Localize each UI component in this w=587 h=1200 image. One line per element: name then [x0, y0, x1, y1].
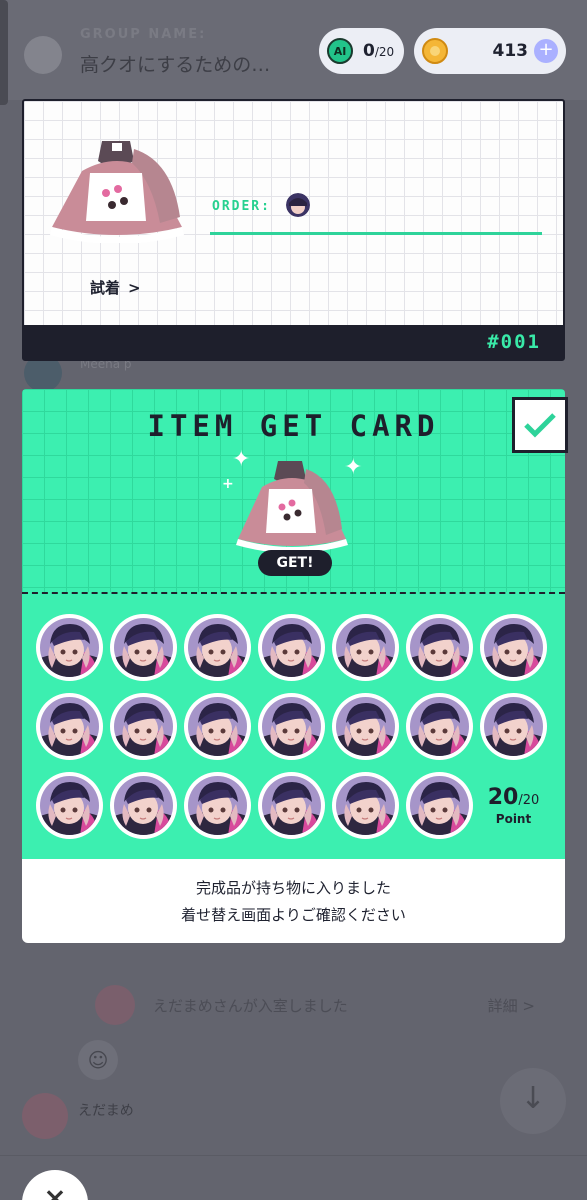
ai-credits-pill[interactable]: AI 0/20: [319, 28, 404, 74]
character-avatar-icon: [262, 618, 321, 677]
group-avatar: [24, 36, 62, 74]
ai-credits-value: 0: [363, 41, 375, 61]
character-stamp: [184, 772, 251, 839]
try-on-link[interactable]: 試着 >: [90, 277, 141, 298]
character-avatar-icon: [410, 776, 469, 835]
character-avatar-icon: [40, 697, 99, 756]
character-stamp: [406, 693, 473, 760]
character-avatar-icon: [336, 697, 395, 756]
character-avatar-icon: [336, 776, 395, 835]
character-stamp: [36, 772, 103, 839]
character-stamp: [406, 614, 473, 681]
completion-message: 完成品が持ち物に入りました 着せ替え画面よりご確認ください: [22, 859, 565, 943]
character-stamp: [258, 772, 325, 839]
character-avatar-icon: [410, 697, 469, 756]
detail-link[interactable]: 詳細 >: [488, 995, 535, 1016]
character-stamp: [332, 614, 399, 681]
card-title: ITEM GET CARD: [147, 409, 440, 443]
character-stamp: [36, 693, 103, 760]
order-avatar-icon: [286, 193, 310, 217]
order-number: #001: [487, 331, 541, 353]
character-avatar-icon: [262, 776, 321, 835]
character-stamp: [110, 693, 177, 760]
character-stamp: [258, 693, 325, 760]
group-name-label: GROUP NAME:: [80, 27, 207, 42]
user-avatar: [22, 1093, 68, 1139]
emoji-reaction-icon[interactable]: ☺: [78, 1040, 118, 1080]
character-avatar-icon: [484, 697, 543, 756]
group-name: 高クオにするための…: [80, 54, 271, 76]
order-label: ORDER:: [212, 199, 271, 214]
user-name: えだまめ: [78, 1103, 134, 1119]
character-stamp: [332, 772, 399, 839]
character-stamp: [110, 614, 177, 681]
character-avatar-icon: [40, 618, 99, 677]
character-stamp: [480, 614, 547, 681]
character-avatar-icon: [484, 618, 543, 677]
dress-item-image: [50, 141, 184, 243]
character-avatar-icon: [114, 618, 173, 677]
character-avatar-icon: [262, 697, 321, 756]
side-tab: [0, 0, 8, 105]
ai-credits-text: 0/20: [363, 41, 394, 61]
character-avatar-icon: [40, 776, 99, 835]
coin-balance-pill[interactable]: 413 +: [414, 28, 566, 74]
character-stamp: [480, 693, 547, 760]
character-avatar-icon: [188, 697, 247, 756]
chevron-right-icon: >: [128, 278, 141, 297]
points-total: /20: [518, 793, 540, 808]
character-stamp: [36, 614, 103, 681]
join-message: えだまめさんが入室しました: [153, 996, 348, 1015]
joined-user-avatar: [95, 985, 135, 1025]
add-coins-icon[interactable]: +: [534, 39, 558, 63]
get-badge: GET!: [258, 550, 332, 576]
character-avatar-icon: [188, 618, 247, 677]
points-current: 20: [487, 785, 519, 810]
coin-balance: 413: [492, 41, 529, 61]
character-avatar-icon: [114, 697, 173, 756]
character-stamp: [406, 772, 473, 839]
character-avatar-icon: [336, 618, 395, 677]
stamp-grid: 20/20 Point: [36, 614, 556, 839]
order-card: ORDER: 試着 > #001: [22, 99, 565, 361]
character-avatar-icon: [114, 776, 173, 835]
message-line-1: 完成品が持ち物に入りました: [195, 879, 391, 897]
character-stamp: [258, 614, 325, 681]
character-avatar-icon: [188, 776, 247, 835]
character-stamp: [184, 614, 251, 681]
character-stamp: [184, 693, 251, 760]
coin-icon: [422, 38, 448, 64]
character-stamp: [332, 693, 399, 760]
character-avatar-icon: [410, 618, 469, 677]
points-value: 20/20: [488, 785, 540, 810]
character-stamp: [110, 772, 177, 839]
message-line-2: 着せ替え画面よりご確認ください: [181, 906, 406, 924]
join-notification: えだまめさんが入室しました 詳細 >: [95, 985, 535, 1025]
try-on-label: 試着: [90, 279, 121, 297]
item-get-card: ITEM GET CARD ✦ + ✦ GET! 20/20 Point: [22, 389, 568, 859]
order-footer: #001: [24, 325, 563, 359]
points-label: Point: [495, 812, 532, 826]
ai-credits-total: /20: [374, 45, 395, 59]
order-underline: [210, 232, 542, 235]
points-counter: 20/20 Point: [480, 772, 547, 839]
dress-item-image: [236, 461, 348, 553]
ai-icon: AI: [327, 38, 353, 64]
bottom-bar: [0, 1155, 587, 1200]
scroll-down-icon[interactable]: ↓: [500, 1068, 566, 1134]
check-icon: [512, 397, 568, 453]
